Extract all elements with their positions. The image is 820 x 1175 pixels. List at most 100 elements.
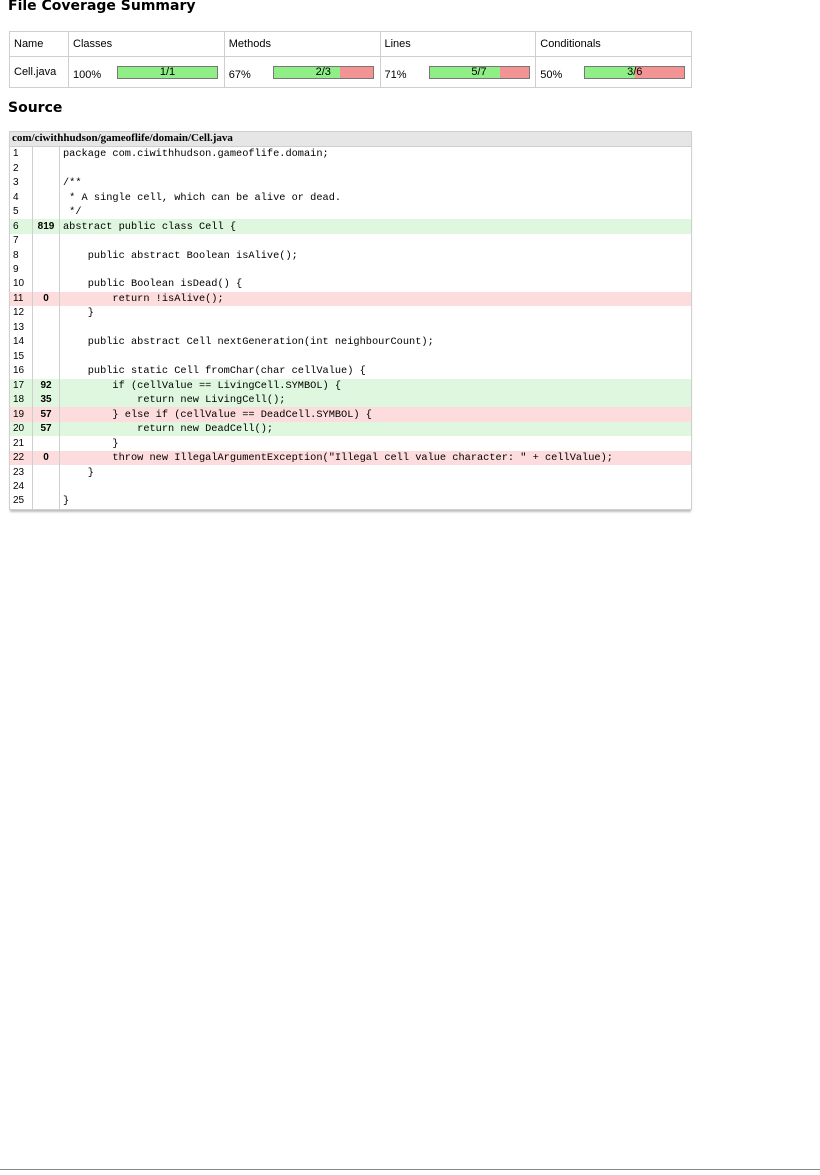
lines-percent: 71% [384, 69, 407, 81]
source-panel: com/ciwithhudson/gameoflife/domain/Cell.… [9, 131, 692, 510]
line-number: 20 [10, 421, 33, 437]
line-number: 7 [10, 233, 33, 249]
hit-count [32, 262, 60, 278]
hit-count [32, 306, 60, 321]
conditionals-percent: 50% [540, 69, 563, 81]
hit-count [32, 190, 60, 205]
hit-count [32, 147, 60, 162]
methods-cell: 67% 2/3 [223, 56, 381, 88]
source-line: 8 public abstract Boolean isAlive(); [10, 248, 691, 263]
hit-count [32, 479, 60, 495]
code-text [60, 234, 692, 248]
source-line: 11 0 return !isAlive(); [10, 291, 691, 307]
classes-cell: 100% 1/1 [68, 56, 225, 88]
source-line: 15 [10, 349, 692, 365]
code-text: */ [63, 206, 82, 219]
line-number: 4 [10, 190, 33, 205]
header-conditionals: Conditionals [535, 31, 692, 57]
source-line: 22 0 throw new IllegalArgumentException("… [10, 450, 691, 466]
line-number: 13 [10, 320, 33, 336]
code-text [60, 480, 692, 494]
hit-count [32, 161, 60, 176]
line-number: 12 [10, 306, 33, 321]
source-line: 5 */ [10, 204, 691, 220]
source-line: 20 57 return new DeadCell(); [10, 421, 691, 437]
code-text: public abstract Boolean isAlive(); [63, 249, 298, 262]
line-number: 3 [10, 175, 33, 191]
code-text: public static Cell fromChar(char cellVal… [63, 365, 366, 378]
code-text: public abstract Cell nextGeneration(int … [63, 336, 434, 349]
summary-header-row: Name Classes Methods Lines Conditionals [9, 31, 692, 57]
methods-percent: 67% [228, 69, 251, 81]
code-text: } [63, 307, 94, 320]
hit-count [32, 465, 60, 480]
line-number: 5 [10, 204, 33, 220]
code-text: abstract public class Cell { [59, 219, 691, 234]
code-text [60, 350, 692, 364]
hit-count [32, 436, 60, 451]
source-line: 23 } [10, 465, 691, 480]
line-number: 14 [10, 335, 33, 350]
source-file-path: com/ciwithhudson/gameoflife/domain/Cell.… [10, 132, 691, 147]
line-number: 10 [10, 277, 33, 292]
source-line: 14 public abstract Cell nextGeneration(i… [10, 335, 691, 350]
code-text: } [63, 495, 70, 508]
line-number: 2 [10, 161, 33, 176]
code-text: } [63, 466, 94, 479]
line-number: 16 [10, 364, 33, 379]
coverage-summary-table: Name Classes Methods Lines Conditionals … [9, 31, 692, 88]
source-line: 18 35 return new LivingCell(); [10, 392, 691, 408]
source-line: 9 [10, 262, 692, 278]
hit-count [32, 320, 60, 336]
hit-count: 0 [32, 291, 60, 307]
source-line: 19 57 } else if (cellValue == DeadCell.SY… [10, 407, 691, 422]
file-name: Cell.java [9, 56, 69, 88]
page-divider [0, 1169, 820, 1170]
source-line: 6 819 abstract public class Cell { [10, 219, 691, 234]
line-number: 24 [10, 479, 33, 495]
code-text: return new DeadCell(); [59, 421, 691, 437]
hit-count: 92 [32, 378, 60, 393]
line-number: 18 [10, 392, 33, 408]
lines-cell: 71% 5/7 [379, 56, 537, 88]
source-line: 21 } [10, 436, 691, 451]
hit-count: 819 [32, 219, 60, 234]
source-title: Source [8, 100, 63, 116]
code-text: /** [63, 177, 82, 190]
header-name: Name [9, 31, 69, 57]
header-lines: Lines [379, 31, 537, 57]
hit-count: 0 [32, 450, 60, 466]
line-number: 23 [10, 465, 33, 480]
hit-count [32, 248, 60, 263]
source-line: 7 [10, 233, 692, 249]
line-number: 6 [10, 219, 33, 234]
methods-coverage-bar: 2/3 [272, 65, 374, 79]
hit-count [32, 349, 60, 365]
line-number: 15 [10, 349, 33, 365]
source-code-table: 1 package com.ciwithhudson.gameoflife.dom… [10, 147, 691, 509]
lines-coverage-bar: 5/7 [428, 65, 530, 79]
classes-coverage-bar: 1/1 [117, 65, 218, 79]
source-line: 24 [10, 479, 692, 495]
hit-count [32, 364, 60, 379]
conditionals-cell: 50% 3/6 [535, 56, 692, 88]
code-text: if (cellValue == LivingCell.SYMBOL) { [59, 378, 691, 393]
source-line: 25} [10, 494, 691, 509]
code-text: package com.ciwithhudson.gameoflife.doma… [63, 148, 329, 161]
hit-count: 57 [32, 407, 60, 422]
methods-ratio: 2/3 [315, 65, 331, 78]
hit-count [32, 494, 60, 509]
hit-count [32, 335, 60, 350]
hit-count [32, 277, 60, 292]
code-text [60, 321, 692, 335]
summary-title: File Coverage Summary [8, 0, 196, 14]
line-number: 25 [10, 494, 33, 509]
line-number: 8 [10, 248, 33, 263]
code-text: return new LivingCell(); [59, 392, 691, 408]
source-line: 4 * A single cell, which can be alive or… [10, 190, 691, 205]
lines-ratio: 5/7 [471, 65, 487, 78]
hit-count [32, 204, 60, 220]
source-line: 2 [10, 161, 691, 176]
source-line: 17 92 if (cellValue == LivingCell.SYMBOL)… [10, 378, 691, 393]
code-text [60, 263, 692, 277]
